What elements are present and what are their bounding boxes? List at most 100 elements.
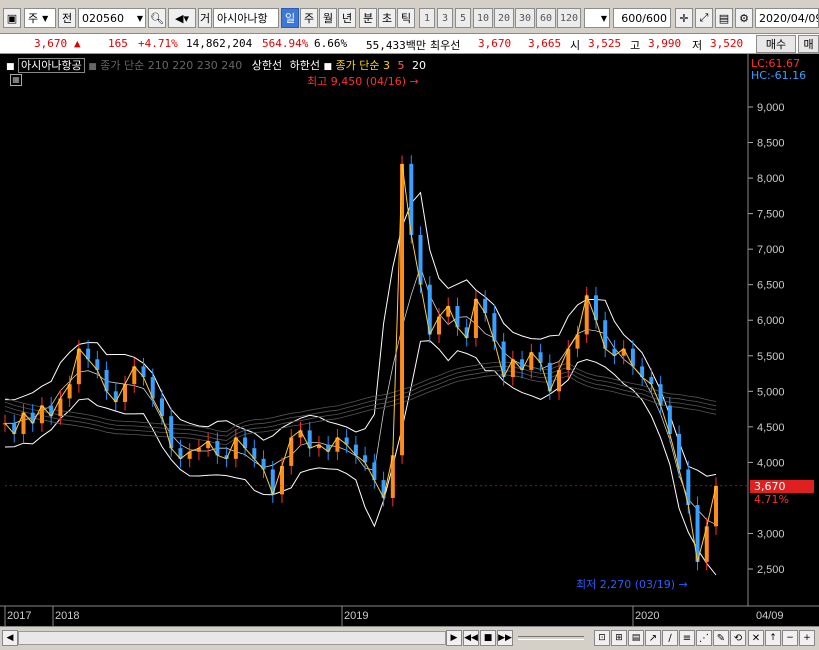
fan-icon[interactable]: ⋰ [696, 630, 712, 646]
compare-icon[interactable]: ⊞ [611, 630, 627, 646]
best-ask: 3,670 [478, 37, 512, 50]
bottom-bar: ◀ ▶ ◀◀ ■ ▶▶ ⊡ ⊞ ▤ ↗ ∕ ≡ ⋰ ✎ ⟲ ✕ ↑ − + [0, 626, 819, 650]
name-label: 거 [198, 8, 212, 28]
legend-square-icon: ■ [6, 62, 15, 72]
legend-square-icon: ■ [323, 62, 332, 72]
gear-icon[interactable]: ⚙ [735, 8, 753, 28]
zoom-icon[interactable]: ⊡ [594, 630, 610, 646]
interval-1[interactable]: 1 [419, 8, 435, 28]
stock-name-field[interactable]: 아시아나항 [213, 8, 279, 28]
high-label: 고 [630, 39, 641, 52]
code-input[interactable]: 020560 ▼ [78, 8, 146, 28]
count-input[interactable]: 600/600 [613, 8, 671, 28]
speaker-icon[interactable]: ◀▾ [168, 8, 196, 28]
volume: 14,862,204 [186, 37, 253, 50]
rewind-icon[interactable]: ◀◀ [463, 630, 479, 646]
bollinger-bands [4, 191, 717, 576]
y-tick-label: 7,500 [757, 209, 785, 221]
period-second[interactable]: 초 [378, 8, 396, 28]
x-tick-label: 2018 [55, 610, 79, 622]
window-menu-icon[interactable]: ▣ [3, 8, 21, 28]
best-ask-label: 최우선 [430, 39, 461, 52]
custom-interval-select[interactable]: ▼ [584, 8, 610, 28]
zoom-slider[interactable] [518, 636, 584, 640]
sell-button[interactable]: 매 [798, 35, 819, 53]
arrow-right-icon: → [409, 75, 419, 88]
count-value: 600 [621, 11, 643, 25]
current-price-tag: 3,670 [750, 480, 814, 493]
y-tick-label: 6,000 [757, 315, 785, 327]
period-day[interactable]: 일 [281, 8, 299, 28]
y-tick-label: 5,000 [757, 386, 785, 398]
zoom-out-icon[interactable]: − [782, 630, 798, 646]
x-axis: 2017 2018 2019 2020 04/09 [4, 606, 784, 626]
buy-button[interactable]: 매수 [756, 35, 796, 53]
quote-bar: 3,670 ▲ 165 +4.71% 14,862,204 564.94% 6.… [0, 34, 819, 54]
save-icon[interactable]: ▤ [715, 8, 733, 28]
lines-icon[interactable]: ≡ [679, 630, 695, 646]
zoom-in-icon[interactable]: + [799, 630, 815, 646]
grid-icon[interactable]: ▦ [10, 74, 22, 86]
y-tick-label: 9,000 [757, 102, 785, 114]
period-year[interactable]: 년 [338, 8, 356, 28]
price-chart[interactable]: 9,000 8,500 8,000 7,500 7,000 6,500 6,000 5,500… [0, 54, 819, 626]
search-icon[interactable]: 🔍︎ [148, 8, 166, 28]
prev-button[interactable]: 전 [58, 8, 76, 28]
chart-legend: ■ 아시아나항공 ■ 종가 단순 210 220 230 240 상한선 하한선… [6, 57, 426, 73]
high: 3,990 [648, 37, 682, 50]
low: 3,520 [710, 37, 744, 50]
table-icon[interactable]: ▤ [628, 630, 644, 646]
upper-band-line [4, 191, 717, 477]
long-ma-line [4, 365, 717, 437]
cycle-icon[interactable]: ⟲ [730, 630, 746, 646]
legend-vol-ma: 종가 단순 3 [335, 59, 390, 72]
interval-5[interactable]: 5 [455, 8, 471, 28]
min-label: 최저 2,270 (03/19) → [576, 576, 688, 592]
stock-label[interactable]: 아시아나항공 [18, 58, 85, 73]
scroll-right-icon[interactable]: ▶ [446, 630, 462, 646]
vol-ratio: 564.94% [262, 37, 309, 50]
scroll-left-icon[interactable]: ◀ [2, 630, 18, 646]
period-month[interactable]: 월 [319, 8, 337, 28]
interval-10[interactable]: 10 [473, 8, 493, 28]
horizontal-scrollbar[interactable] [18, 631, 446, 645]
chart-svg: 9,000 8,500 8,000 7,500 7,000 6,500 6,000 5,500… [0, 54, 819, 626]
legend-lower: 하한선 [289, 59, 320, 72]
hc-value: HC:-61.16 [751, 69, 807, 82]
y-tick-label: 3,000 [757, 528, 785, 540]
period-tick[interactable]: 틱 [397, 8, 415, 28]
best-bid: 3,665 [528, 37, 562, 50]
current-pct: 4.71% [754, 493, 789, 506]
change-pct: +4.71% [138, 37, 178, 50]
x-tick-label: 2020 [635, 610, 659, 622]
trend-icon[interactable]: ↗ [645, 630, 661, 646]
y-tick-label: 4,500 [757, 422, 785, 434]
y-tick-label: 4,000 [757, 457, 785, 469]
line-icon[interactable]: ∕ [662, 630, 678, 646]
open-label: 시 [570, 39, 581, 52]
legend-ma: 종가 단순 210 220 230 240 [100, 59, 243, 72]
draw-icon[interactable]: ✎ [713, 630, 729, 646]
y-tick-label: 8,500 [757, 138, 785, 150]
interval-120[interactable]: 120 [557, 8, 581, 28]
scroll-up-icon[interactable]: ↑ [765, 630, 781, 646]
turnover: 6.66% [314, 37, 348, 50]
market-select[interactable]: 주 ▼ [24, 8, 56, 28]
link-icon[interactable]: ⤢ [695, 8, 713, 28]
date-field[interactable]: 2020/04/09 [755, 8, 819, 28]
period-week[interactable]: 주 [300, 8, 318, 28]
y-tick-label: 7,000 [757, 244, 785, 256]
interval-3[interactable]: 3 [437, 8, 453, 28]
stop-icon[interactable]: ■ [480, 630, 496, 646]
interval-60[interactable]: 60 [536, 8, 556, 28]
chevron-down-icon: ▼ [136, 13, 143, 23]
period-minute[interactable]: 분 [359, 8, 377, 28]
crosshair-icon[interactable]: ✛ [675, 8, 693, 28]
interval-30[interactable]: 30 [515, 8, 535, 28]
chevron-down-icon: ▼ [42, 13, 49, 23]
interval-20[interactable]: 20 [494, 8, 514, 28]
close-icon[interactable]: ✕ [748, 630, 764, 646]
x-tick-label: 2017 [7, 610, 31, 622]
up-arrow-icon: ▲ [74, 37, 81, 50]
forward-icon[interactable]: ▶▶ [497, 630, 513, 646]
